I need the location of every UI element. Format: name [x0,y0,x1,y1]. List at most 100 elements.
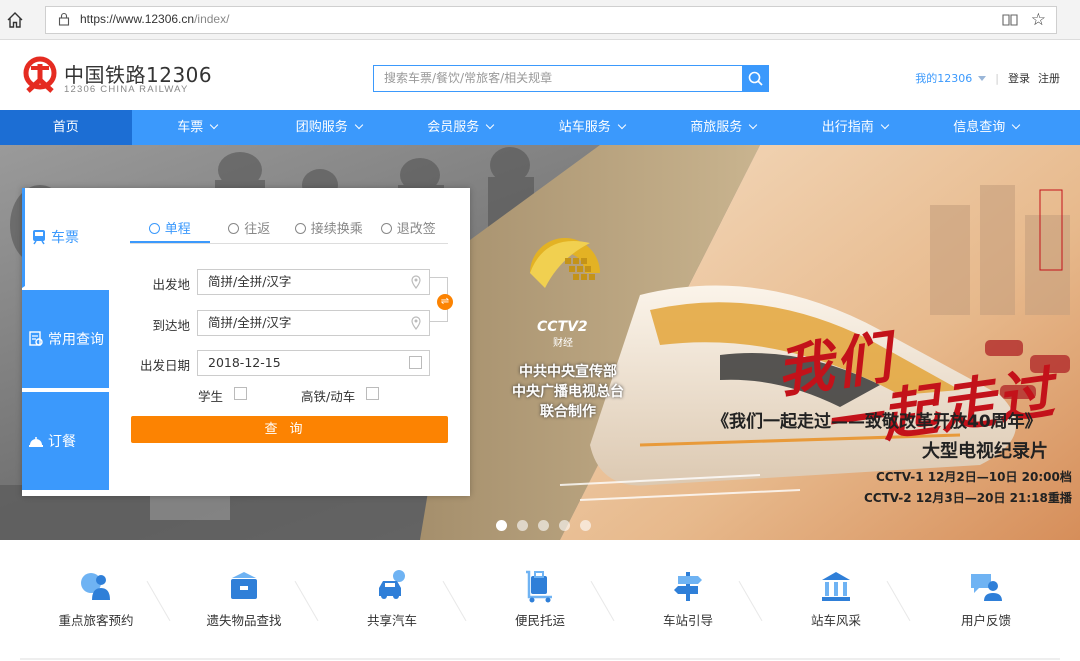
chevron-down-icon [210,120,219,130]
ticket-booking-panel: 车票 常用查询 订餐 单程 往返 接续换乘 退改签 出发地 简拼/全拼/汉字 到… [22,188,470,496]
url-text: https://www.12306.cn/index/ [80,12,229,26]
tab-transfer[interactable]: 接续换乘 [289,218,369,243]
carousel-dot[interactable] [517,520,528,531]
train-icon [33,230,45,245]
chevron-down-icon [354,120,363,130]
circle-transfer-icon [294,223,306,234]
booking-side-tabs: 车票 常用查询 订餐 [22,188,109,496]
swap-stations-button[interactable]: ⇌ [437,294,453,310]
service-priority-passenger[interactable]: 重点旅客预约 [22,568,170,629]
tab-round-trip[interactable]: 往返 [210,218,290,243]
circle-minus-icon [148,223,160,234]
to-label: 到达地 [152,318,190,333]
service-label: 遗失物品查找 [206,613,282,628]
chevron-down-icon [749,120,758,130]
signpost-icon [674,572,702,601]
feedback-user-icon [971,574,1002,601]
carousel-dots [496,520,601,531]
side-tab-meal-order[interactable]: 订餐 [22,392,109,492]
location-pin-icon [411,316,421,330]
reading-view-icon[interactable] [1002,13,1018,27]
cctv-channel-text: 财经 [553,336,573,349]
nav-item-member-service[interactable]: 会员服务 [395,110,527,145]
main-nav: 首页 车票 团购服务 会员服务 站车服务 商旅服务 出行指南 信息查询 [0,110,1080,145]
tab-refund-change[interactable]: 退改签 [369,218,449,243]
building-icon [822,572,850,601]
tab-one-way[interactable]: 单程 [130,218,210,243]
service-label: 便民托运 [514,613,565,628]
browser-toolbar: https://www.12306.cn/index/ ☆ [0,0,1080,40]
service-lost-and-found[interactable]: 遗失物品查找 [170,568,318,629]
address-bar[interactable]: https://www.12306.cn/index/ ☆ [45,6,1057,34]
tab-label: 单程 [164,222,191,237]
producer-line: 中共中央宣传部 [519,364,617,380]
location-pin-icon [411,275,421,289]
side-tab-label: 订餐 [48,434,76,450]
nav-item-info-query[interactable]: 信息查询 [921,110,1053,145]
query-button[interactable]: 查询 [131,416,448,443]
nav-item-station-service[interactable]: 站车服务 [526,110,658,145]
cctv-logo-text: CCTV2 [537,319,588,335]
highspeed-checkbox[interactable] [366,387,379,400]
service-label: 车站引导 [662,613,713,628]
service-label: 站车风采 [810,613,861,628]
circle-refund-icon [380,223,392,234]
nav-label: 首页 [52,120,79,135]
producer-credit: 中共中央宣传部 中央广播电视总台 联合制作 [498,362,638,422]
side-tab-common-query[interactable]: 常用查询 [22,290,109,390]
service-station-style[interactable]: 站车风采 [762,568,910,629]
favorite-star-icon[interactable]: ☆ [1031,10,1046,30]
circle-equal-icon [228,223,240,234]
student-label: 学生 [198,389,224,404]
departure-date-input[interactable]: 2018-12-15 [197,350,430,376]
service-consignment[interactable]: 便民托运 [466,568,614,629]
home-icon[interactable] [4,9,26,31]
my-12306-link[interactable]: 我的12306 [915,70,972,86]
service-user-feedback[interactable]: 用户反馈 [912,568,1060,629]
nav-label: 会员服务 [427,120,480,135]
producer-line: 中央广播电视总台 [512,384,624,400]
to-station-input[interactable]: 简拼/全拼/汉字 [197,310,430,336]
carousel-dot[interactable] [580,520,591,531]
service-label: 共享汽车 [366,613,417,628]
nav-item-business-travel[interactable]: 商旅服务 [658,110,790,145]
to-placeholder: 简拼/全拼/汉字 [208,315,292,330]
section-divider [20,658,1060,660]
tab-label: 接续换乘 [310,222,363,237]
carousel-dot[interactable] [559,520,570,531]
login-link[interactable]: 登录 [1008,70,1030,86]
site-search-input[interactable]: 搜索车票/餐饮/常旅客/相关规章 [373,65,743,92]
nav-item-travel-guide[interactable]: 出行指南 [789,110,921,145]
highspeed-label: 高铁/动车 [301,389,356,404]
carousel-dot[interactable] [538,520,549,531]
student-checkbox[interactable] [234,387,247,400]
service-shared-car[interactable]: 共享汽车 [318,568,466,629]
from-label: 出发地 [152,277,190,292]
china-railway-logo[interactable] [20,56,60,96]
service-label: 用户反馈 [960,613,1011,628]
search-button[interactable] [742,65,769,92]
nav-item-home[interactable]: 首页 [0,110,132,145]
carousel-dot[interactable] [496,520,507,531]
nav-label: 站车服务 [558,120,611,135]
nav-item-group-service[interactable]: 团购服务 [263,110,395,145]
service-station-guide[interactable]: 车站引导 [614,568,762,629]
calendar-icon[interactable] [409,356,422,369]
chevron-down-icon [617,120,626,130]
service-shortcuts: 重点旅客预约 遗失物品查找 共享汽车 便民托运 车站引导 站车风采 用户反馈 [0,540,1080,661]
meal-cloche-icon [29,437,43,447]
query-list-icon [29,331,43,346]
nav-label: 团购服务 [295,120,348,135]
nav-item-tickets[interactable]: 车票 [132,110,264,145]
chevron-down-icon[interactable] [978,75,987,81]
from-station-input[interactable]: 简拼/全拼/汉字 [197,269,430,295]
lock-icon [58,12,70,26]
nav-label: 信息查询 [953,120,1006,135]
register-link[interactable]: 注册 [1038,70,1060,86]
nav-label: 车票 [177,120,204,135]
trip-type-tabs: 单程 往返 接续换乘 退改签 [130,218,448,244]
nav-label: 出行指南 [821,120,874,135]
from-placeholder: 简拼/全拼/汉字 [208,274,292,289]
side-tab-tickets[interactable]: 车票 [22,188,109,288]
divider: | [995,71,999,85]
